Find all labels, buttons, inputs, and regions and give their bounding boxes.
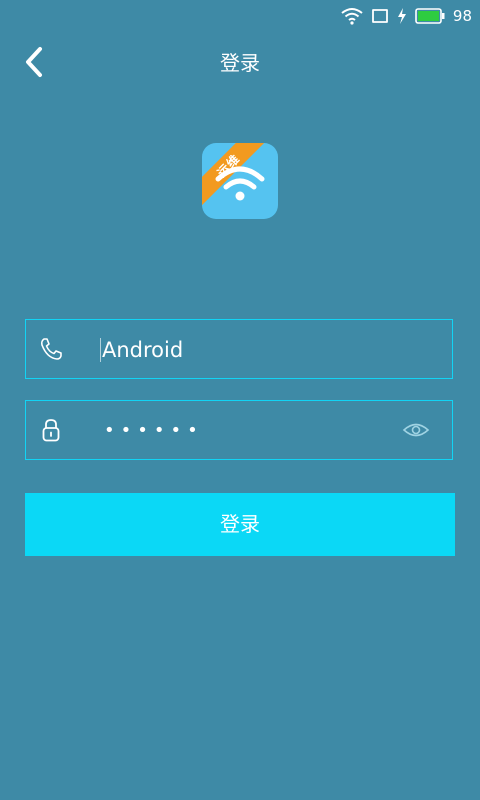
password-field[interactable]: •••••• [25,400,453,460]
battery-percentage: 98 [452,7,472,25]
phone-input[interactable]: Android [102,320,183,380]
wifi-icon [341,8,363,25]
screen-rotation-icon [372,9,388,23]
status-bar: 98 [0,0,480,32]
battery-icon [415,8,445,24]
phone-icon [40,338,62,360]
eye-icon[interactable] [402,419,430,441]
header-bar: 登录 [0,32,480,94]
charging-icon [397,8,406,24]
page-title: 登录 [220,51,260,75]
wifi-icon [215,166,265,201]
login-button[interactable]: 登录 [25,493,455,556]
chevron-left-icon [26,47,42,77]
lock-icon [42,419,60,442]
phone-field[interactable]: Android [25,319,453,379]
app-logo: 运维 [202,143,278,219]
password-input[interactable]: •••••• [104,401,204,461]
text-caret [100,338,101,362]
status-icons: 98 [341,6,472,26]
back-button[interactable] [14,42,54,82]
